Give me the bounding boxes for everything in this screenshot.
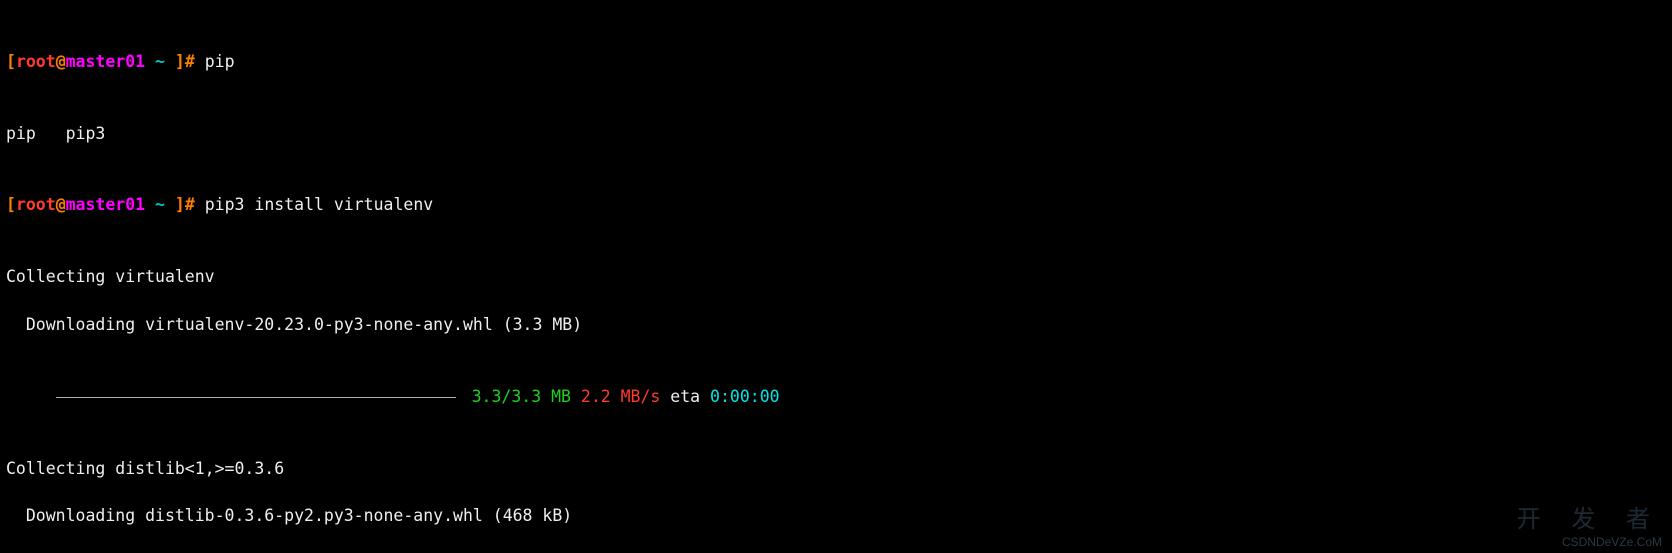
tab-completion-line: pip pip3	[6, 122, 1666, 146]
command-text: pip3 install virtualenv	[205, 195, 433, 214]
prompt-cwd: ~	[145, 52, 165, 71]
prompt-line-1: [root@master01 ~ ]# pip	[6, 50, 1666, 74]
prompt-user: root	[16, 52, 56, 71]
output-line: Downloading virtualenv-20.23.0-py3-none-…	[6, 313, 1666, 337]
command-text: pip	[205, 52, 235, 71]
bracket-open: [	[6, 52, 16, 71]
terminal-output[interactable]: [root@master01 ~ ]# pip pip pip3 [root@m…	[0, 0, 1672, 553]
output-line: Collecting distlib<1,>=0.3.6	[6, 457, 1666, 481]
eta-label: eta	[670, 387, 710, 406]
prompt-host: master01	[66, 52, 145, 71]
at-sign: @	[56, 52, 66, 71]
progress-line-1: 3.3/3.3 MB 2.2 MB/s eta 0:00:00	[6, 385, 1666, 409]
output-line: Collecting virtualenv	[6, 265, 1666, 289]
progress-size: 3.3/3.3 MB	[472, 387, 581, 406]
prompt-line-2: [root@master01 ~ ]# pip3 install virtual…	[6, 193, 1666, 217]
bracket-close: ]#	[165, 52, 205, 71]
progress-speed: 2.2 MB/s	[581, 387, 670, 406]
output-line: Downloading distlib-0.3.6-py2.py3-none-a…	[6, 504, 1666, 528]
progress-bar-icon	[56, 397, 456, 398]
eta-value: 0:00:00	[710, 387, 780, 406]
